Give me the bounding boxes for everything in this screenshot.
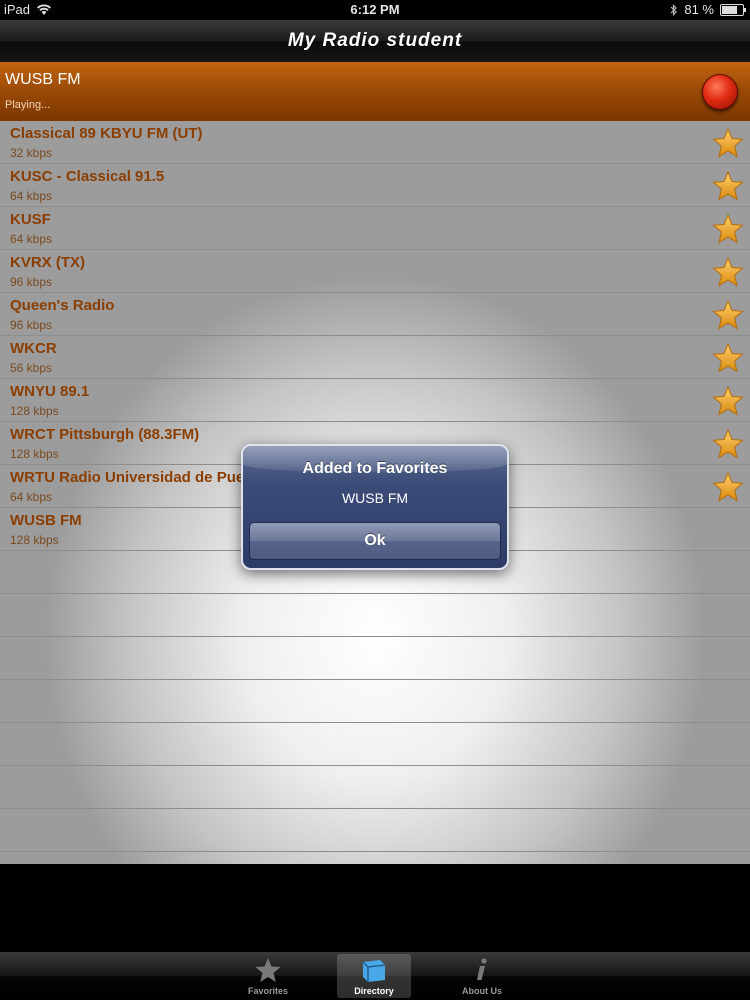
stop-button[interactable]: [702, 74, 738, 110]
station-bitrate: 96 kbps: [10, 318, 53, 332]
station-name: KVRX (TX): [10, 254, 85, 271]
station-name: WRCT Pittsburgh (88.3FM): [10, 426, 200, 443]
tab-favorites-label: Favorites: [247, 986, 289, 996]
battery-icon: [720, 3, 746, 16]
star-icon: [255, 958, 281, 982]
empty-row: [0, 680, 750, 723]
station-row[interactable]: KUSF 64 kbps: [0, 207, 750, 250]
empty-row: [0, 594, 750, 637]
station-name: WNYU 89.1: [10, 383, 90, 400]
station-name: WUSB FM: [10, 512, 82, 529]
station-name: KUSC - Classical 91.5: [10, 168, 165, 185]
tab-directory[interactable]: Directory: [337, 954, 411, 998]
tab-about-us-label: About Us: [462, 986, 502, 996]
station-row[interactable]: Classical 89 KBYU FM (UT) 32 kbps: [0, 121, 750, 164]
tab-about-us[interactable]: About Us: [445, 954, 519, 998]
ok-button[interactable]: Ok: [249, 522, 501, 560]
alert-message: WUSB FM: [341, 490, 409, 506]
favorite-star-icon[interactable]: [712, 342, 744, 374]
status-time: 6:12 PM: [350, 2, 400, 17]
favorites-alert: Added to Favorites WUSB FM Ok: [241, 444, 509, 570]
status-bar: iPad 6:12 PM 81 %: [0, 0, 750, 20]
tab-bar: Favorites Directory About Us: [0, 952, 750, 1000]
favorite-star-icon[interactable]: [712, 127, 744, 159]
station-name: Queen's Radio: [10, 297, 115, 314]
favorite-star-icon[interactable]: [712, 170, 744, 202]
station-bitrate: 128 kbps: [10, 447, 59, 461]
now-playing-bar[interactable]: WUSB FM Playing...: [0, 62, 750, 121]
empty-row: [0, 637, 750, 680]
favorite-star-icon[interactable]: [712, 385, 744, 417]
favorite-star-icon[interactable]: [712, 428, 744, 460]
station-bitrate: 32 kbps: [10, 146, 53, 160]
station-row[interactable]: WKCR 56 kbps: [0, 336, 750, 379]
empty-row: [0, 723, 750, 766]
station-row[interactable]: WNYU 89.1 128 kbps: [0, 379, 750, 422]
alert-title: Added to Favorites: [302, 460, 448, 477]
now-playing-status: Playing...: [5, 99, 51, 111]
bluetooth-icon: [670, 3, 678, 16]
favorite-star-icon[interactable]: [712, 299, 744, 331]
station-bitrate: 56 kbps: [10, 361, 53, 375]
empty-row: [0, 809, 750, 852]
battery-percent: 81 %: [684, 2, 714, 17]
station-bitrate: 96 kbps: [10, 275, 53, 289]
station-bitrate: 128 kbps: [10, 533, 59, 547]
favorite-star-icon[interactable]: [712, 213, 744, 245]
status-right: 81 %: [670, 2, 746, 17]
station-bitrate: 64 kbps: [10, 490, 53, 504]
station-name: WKCR: [10, 340, 57, 357]
station-name: Classical 89 KBYU FM (UT): [10, 125, 203, 142]
app-title: My Radio student: [287, 30, 463, 51]
navigation-bar: My Radio student: [0, 20, 750, 63]
station-row[interactable]: KUSC - Classical 91.5 64 kbps: [0, 164, 750, 207]
favorite-star-icon[interactable]: [712, 256, 744, 288]
station-bitrate: 64 kbps: [10, 189, 53, 203]
empty-row: [0, 766, 750, 809]
tab-favorites[interactable]: Favorites: [231, 954, 305, 998]
now-playing-station: WUSB FM: [5, 71, 81, 88]
station-name: KUSF: [10, 211, 51, 228]
station-bitrate: 64 kbps: [10, 232, 53, 246]
station-row[interactable]: Queen's Radio 96 kbps: [0, 293, 750, 336]
directory-icon: [362, 960, 386, 982]
station-bitrate: 128 kbps: [10, 404, 59, 418]
favorite-star-icon[interactable]: [712, 471, 744, 503]
tab-directory-label: Directory: [354, 986, 394, 996]
station-row[interactable]: KVRX (TX) 96 kbps: [0, 250, 750, 293]
info-icon: [477, 958, 487, 980]
